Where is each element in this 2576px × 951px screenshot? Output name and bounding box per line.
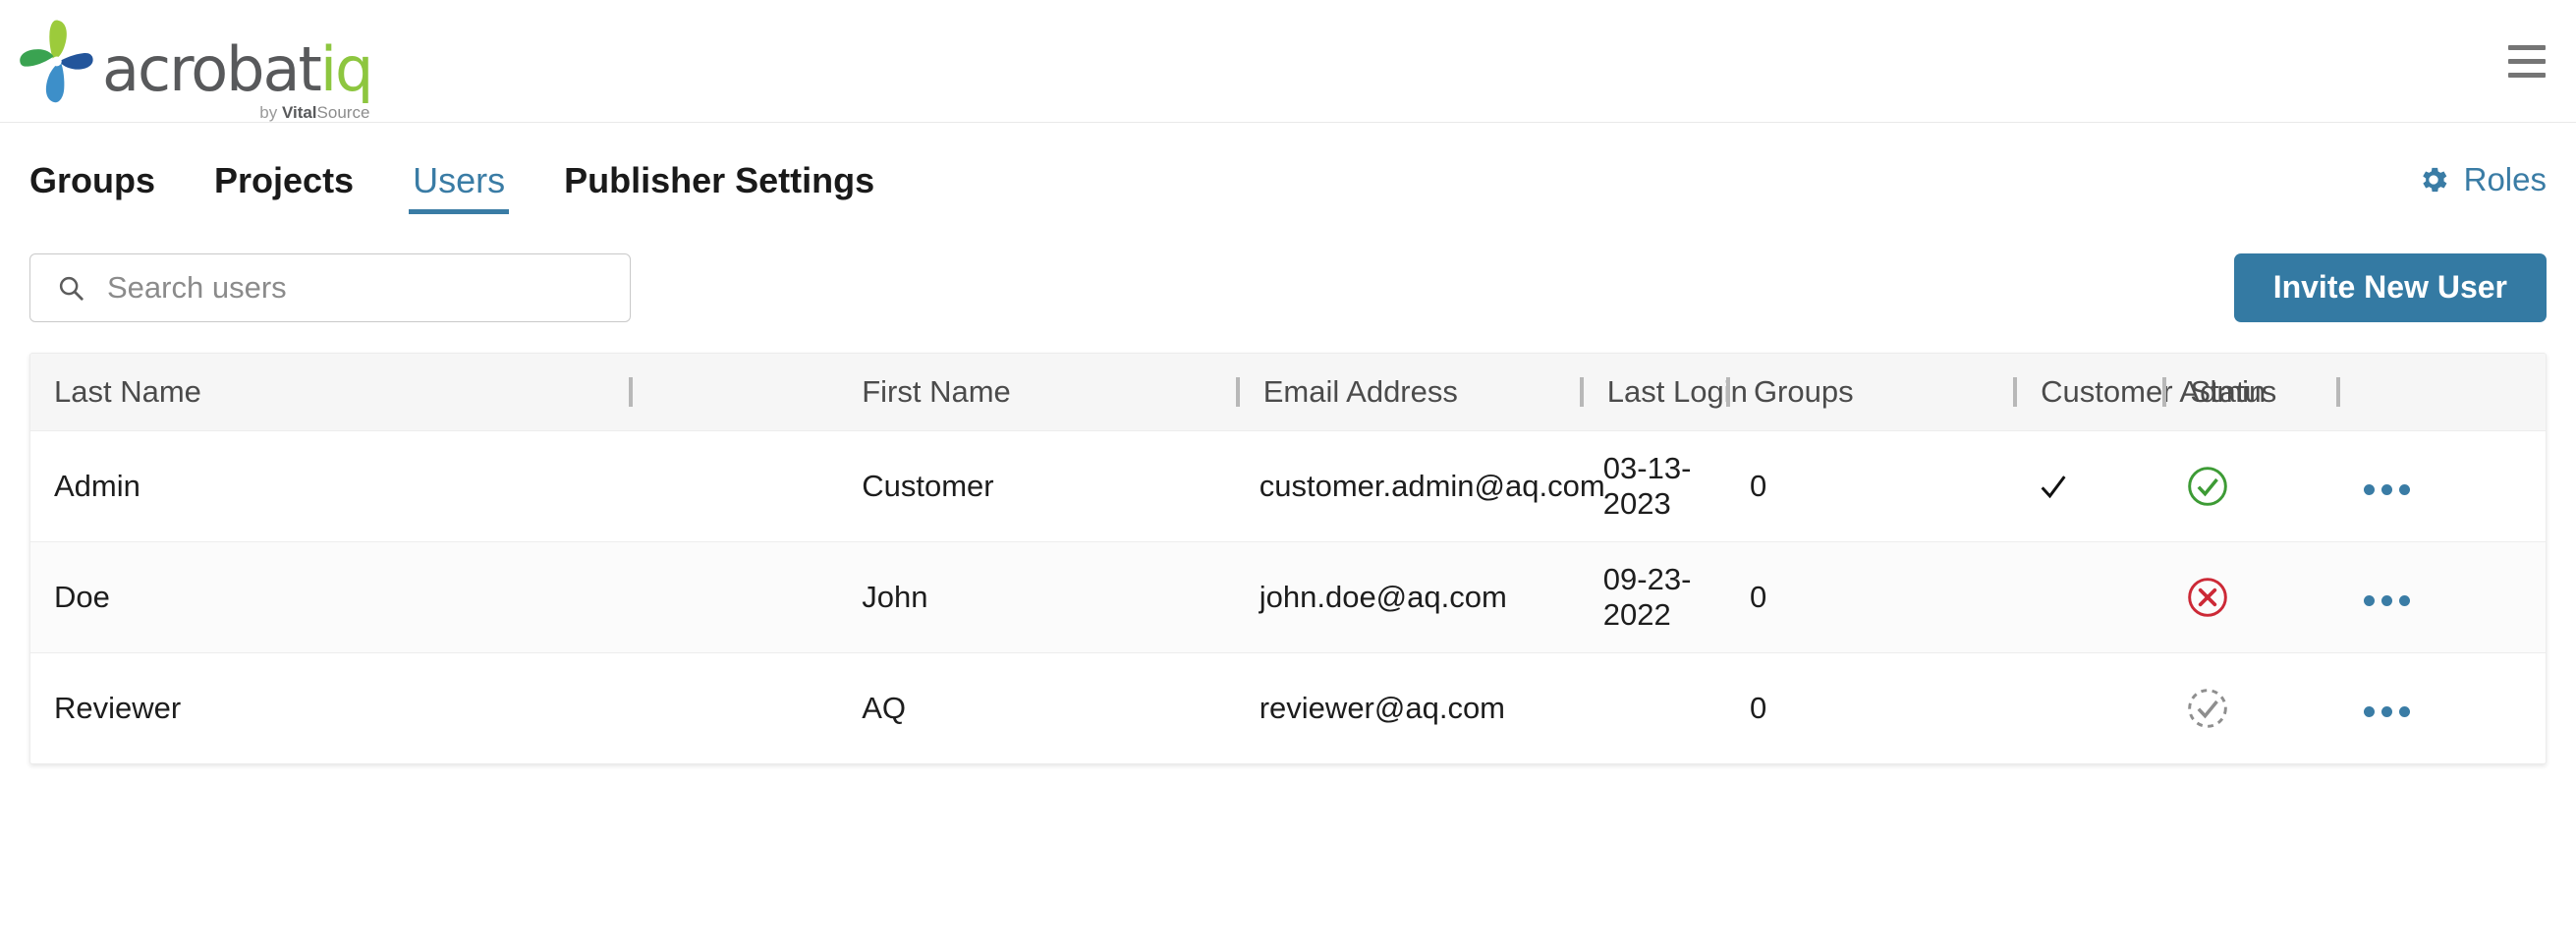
col-first-name[interactable]: First Name — [862, 354, 1236, 430]
table-row[interactable]: Reviewer AQ reviewer@aq.com 0 — [30, 652, 2546, 763]
table-row[interactable]: Admin Customer customer.admin@aq.com 03-… — [30, 430, 2546, 541]
cell-spacer — [629, 430, 862, 541]
status-active-icon — [2188, 466, 2228, 506]
value-last-name: Admin — [54, 468, 140, 503]
table-body: Admin Customer customer.admin@aq.com 03-… — [30, 430, 2546, 763]
cell-groups: 0 — [1726, 430, 2013, 541]
tab-projects[interactable]: Projects — [214, 163, 354, 236]
cell-status — [2162, 430, 2336, 541]
row-actions-menu-icon[interactable] — [2360, 475, 2414, 505]
col-groups[interactable]: Groups — [1725, 354, 2013, 430]
tab-publisher-settings[interactable]: Publisher Settings — [564, 163, 874, 236]
app-header: acrobatiq by VitalSource — [0, 0, 2576, 123]
value-last-login: 09-23-2022 — [1602, 561, 1692, 632]
users-toolbar: Invite New User — [0, 236, 2576, 339]
roles-label: Roles — [2463, 160, 2547, 197]
cell-last-name: Doe — [30, 541, 629, 652]
row-actions-menu-icon[interactable] — [2360, 697, 2414, 727]
logo-sub-by: by — [259, 103, 282, 122]
col-status-label: Status — [2190, 373, 2277, 409]
column-resize-icon[interactable] — [2013, 376, 2018, 407]
cell-groups: 0 — [1726, 652, 2013, 763]
tab-users[interactable]: Users — [409, 163, 510, 236]
cell-spacer — [629, 541, 862, 652]
col-last-login[interactable]: Last Login — [1579, 354, 1748, 430]
hamburger-menu-icon[interactable] — [2499, 39, 2554, 83]
cell-status — [2162, 652, 2336, 763]
checkmark-icon — [2041, 475, 2066, 498]
logo-word-primary: acrobat — [102, 33, 322, 106]
logo-subtitle: by VitalSource — [259, 103, 369, 123]
cell-last-login — [1580, 652, 1726, 763]
cell-customer-admin — [2013, 541, 2162, 652]
col-email-address[interactable]: Email Address — [1235, 354, 1580, 430]
tab-groups[interactable]: Groups — [29, 163, 155, 236]
col-groups-label: Groups — [1753, 373, 1854, 409]
cell-first-name: AQ — [862, 690, 907, 725]
cell-last-name: Admin — [30, 430, 629, 541]
roles-button[interactable]: Roles — [2417, 161, 2547, 198]
users-table: Last Name First Name Email Address Last … — [30, 354, 2546, 763]
column-resize-icon[interactable] — [1725, 376, 1730, 407]
acrobatiq-logo-mark — [20, 20, 93, 103]
col-status[interactable]: Status — [2162, 354, 2336, 430]
value-email: reviewer@aq.com — [1259, 690, 1506, 725]
value-groups: 0 — [1749, 579, 1767, 614]
nav-tabs: Groups Projects Users Publisher Settings — [29, 123, 874, 236]
cell-groups: 0 — [1726, 541, 2013, 652]
cell-first-name: Customer — [862, 468, 994, 503]
cell-actions — [2336, 541, 2546, 652]
col-last-name-label: Last Name — [54, 373, 201, 409]
col-customer-admin[interactable]: Customer Admin — [2013, 354, 2266, 430]
search-input[interactable] — [105, 268, 537, 307]
status-disabled-icon — [2188, 577, 2228, 617]
value-groups: 0 — [1749, 690, 1767, 725]
hamburger-bar — [2508, 72, 2546, 78]
value-last-name: Reviewer — [54, 690, 182, 725]
cell-customer-admin — [2013, 652, 2162, 763]
cell-first-name: John — [862, 579, 928, 614]
column-resize-icon[interactable] — [1579, 376, 1584, 407]
value-email: john.doe@aq.com — [1259, 579, 1507, 614]
value-last-name: Doe — [54, 579, 110, 614]
gear-icon — [2422, 167, 2447, 192]
column-resize-icon[interactable] — [2162, 376, 2167, 407]
column-resize-icon[interactable] — [2335, 376, 2340, 407]
col-first-name-label: First Name — [862, 373, 1011, 409]
search-icon — [59, 276, 84, 301]
users-table-card: Last Name First Name Email Address Last … — [29, 353, 2547, 764]
table-header: Last Name First Name Email Address Last … — [30, 354, 2546, 430]
logo-sub-source: Source — [316, 103, 370, 122]
search-users-box[interactable] — [29, 252, 631, 322]
cell-email: customer.admin@aq.com — [1236, 430, 1605, 541]
table-row[interactable]: Doe John john.doe@aq.com 09-23-2022 0 — [30, 541, 2546, 652]
row-actions-menu-icon[interactable] — [2360, 586, 2414, 616]
value-groups: 0 — [1749, 468, 1767, 503]
cell-spacer — [629, 652, 862, 763]
logo-sub-vital: Vital — [281, 103, 317, 122]
cell-actions — [2336, 430, 2546, 541]
hamburger-bar — [2508, 58, 2546, 64]
cell-customer-admin — [2013, 430, 2162, 541]
cell-last-name: Reviewer — [30, 652, 629, 763]
cell-email: john.doe@aq.com — [1236, 541, 1580, 652]
col-last-name[interactable]: Last Name — [30, 354, 629, 430]
primary-nav: Groups Projects Users Publisher Settings… — [0, 123, 2576, 236]
col-email-address-label: Email Address — [1262, 373, 1458, 409]
col-actions[interactable] — [2335, 354, 2546, 430]
cell-email: reviewer@aq.com — [1236, 652, 1580, 763]
col-resize-handle-1[interactable] — [628, 354, 862, 430]
cell-last-login: 09-23-2022 — [1580, 541, 1726, 652]
cell-actions — [2336, 652, 2546, 763]
table-header-row: Last Name First Name Email Address Last … — [30, 354, 2546, 430]
invite-new-user-button[interactable]: Invite New User — [2233, 252, 2547, 322]
column-resize-icon[interactable] — [1235, 376, 1240, 407]
status-pending-icon — [2188, 688, 2228, 728]
logo-word-accent: iq — [319, 33, 374, 106]
hamburger-bar — [2508, 44, 2546, 50]
value-email: customer.admin@aq.com — [1259, 468, 1605, 503]
acrobatiq-logo[interactable]: acrobatiq by VitalSource — [16, 19, 374, 122]
column-resize-icon[interactable] — [628, 376, 633, 407]
cell-status — [2162, 541, 2336, 652]
